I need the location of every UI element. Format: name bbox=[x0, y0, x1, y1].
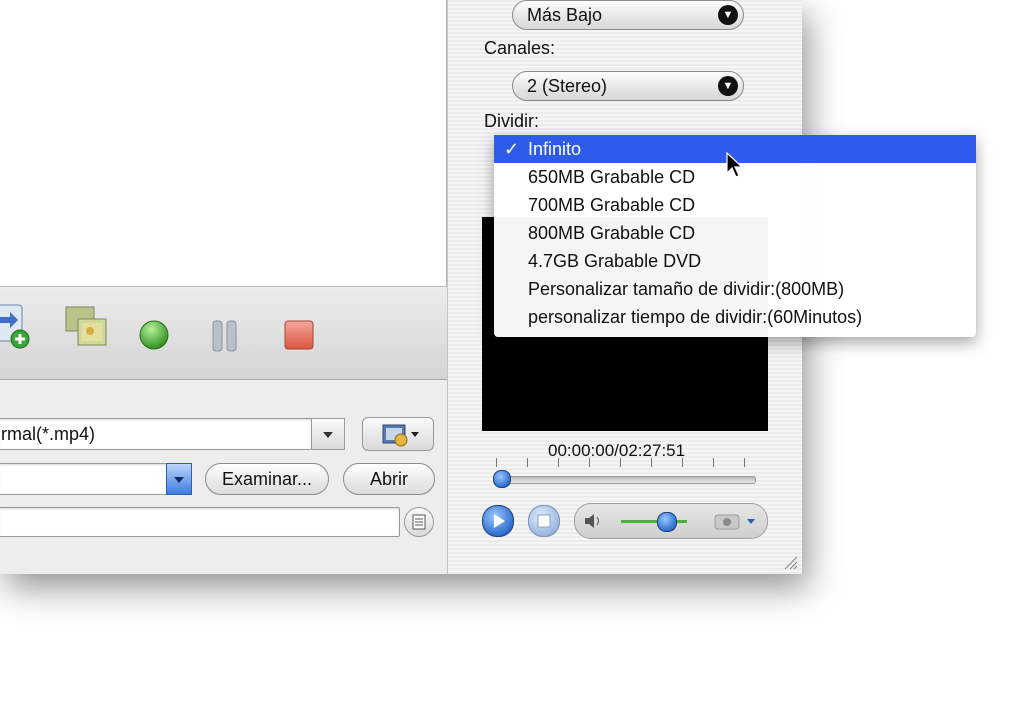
split-option-custom-size[interactable]: Personalizar tamaño de dividir:(800MB) bbox=[494, 275, 976, 303]
timeline-ticks bbox=[496, 458, 751, 468]
split-option-custom-time[interactable]: personalizar tiempo de dividir:(60Minuto… bbox=[494, 303, 976, 331]
mouse-pointer-icon bbox=[726, 152, 744, 178]
list-icon bbox=[412, 514, 426, 530]
volume-track[interactable] bbox=[621, 520, 687, 523]
split-option-dvd[interactable]: 4.7GB Grabable DVD bbox=[494, 247, 976, 275]
output-path-field[interactable] bbox=[0, 463, 168, 495]
add-movie-button[interactable] bbox=[64, 305, 110, 349]
split-option-800mb[interactable]: 800MB Grabable CD bbox=[494, 219, 976, 247]
stop-button[interactable] bbox=[283, 319, 315, 351]
split-option-label: Personalizar tamaño de dividir:(800MB) bbox=[528, 279, 845, 299]
timeline-slider-track[interactable] bbox=[498, 476, 756, 484]
film-strip-icon bbox=[65, 306, 107, 346]
split-option-label: 650MB Grabable CD bbox=[528, 167, 696, 187]
split-option-700mb[interactable]: 700MB Grabable CD bbox=[494, 191, 976, 219]
channels-label: Canales: bbox=[484, 38, 556, 58]
volume-knob[interactable] bbox=[657, 512, 677, 532]
check-mark: ✓ bbox=[504, 139, 520, 159]
stop-icon bbox=[284, 320, 314, 350]
open-button[interactable]: Abrir bbox=[343, 463, 435, 495]
start-convert-button[interactable] bbox=[138, 319, 170, 351]
chevron-down-icon bbox=[323, 432, 333, 438]
play-icon bbox=[494, 514, 505, 528]
add-file-button[interactable] bbox=[0, 303, 32, 351]
browse-button[interactable]: Examinar... bbox=[205, 463, 329, 495]
audio-quality-select[interactable]: Más Bajo ▼ bbox=[512, 0, 744, 30]
stop-preview-button[interactable] bbox=[528, 505, 560, 537]
chevron-down-icon: ▼ bbox=[718, 76, 738, 96]
log-button[interactable] bbox=[404, 507, 434, 537]
pause-icon bbox=[212, 320, 237, 352]
speaker-icon bbox=[585, 514, 599, 528]
format-field[interactable]: rmal(*.mp4) bbox=[0, 418, 312, 450]
pause-button[interactable] bbox=[210, 319, 240, 353]
split-label: Dividir: bbox=[484, 111, 540, 131]
split-option-label: 800MB Grabable CD bbox=[528, 223, 696, 243]
audio-quality-value: Más Bajo bbox=[527, 5, 603, 25]
split-option-label: Infinito bbox=[528, 139, 582, 159]
timeline-slider-knob[interactable] bbox=[493, 470, 511, 488]
file-list[interactable] bbox=[0, 0, 447, 287]
chevron-down-icon bbox=[174, 477, 184, 483]
snapshot-camera-icon bbox=[714, 514, 755, 530]
status-field bbox=[0, 507, 400, 537]
split-option-label: personalizar tiempo de dividir:(60Minuto… bbox=[528, 307, 863, 327]
video-settings-icon bbox=[382, 424, 419, 447]
record-icon bbox=[139, 320, 169, 350]
stop-icon bbox=[537, 514, 551, 528]
chevron-down-icon: ▼ bbox=[718, 5, 738, 25]
format-settings-button[interactable] bbox=[362, 417, 434, 451]
volume-control bbox=[574, 503, 768, 539]
add-file-icon bbox=[0, 304, 30, 349]
split-option-label: 4.7GB Grabable DVD bbox=[528, 251, 702, 271]
toolbar bbox=[0, 287, 448, 380]
path-dropdown-button[interactable] bbox=[166, 463, 192, 495]
resize-grip-icon[interactable] bbox=[781, 553, 799, 571]
format-dropdown-button[interactable] bbox=[311, 418, 345, 450]
play-button[interactable] bbox=[482, 505, 514, 537]
split-option-label: 700MB Grabable CD bbox=[528, 195, 696, 215]
channels-value: 2 (Stereo) bbox=[527, 76, 608, 96]
format-value: rmal(*.mp4) bbox=[1, 424, 96, 444]
channels-select[interactable]: 2 (Stereo) ▼ bbox=[512, 71, 744, 101]
